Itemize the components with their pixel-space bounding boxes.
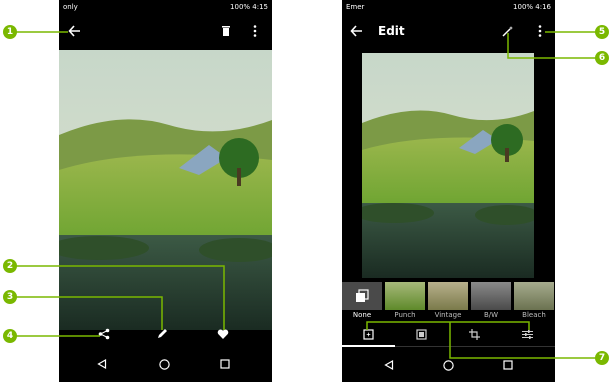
callout-4: 4 [3, 329, 17, 343]
callout-3: 3 [3, 290, 17, 304]
callout-1: 1 [3, 25, 17, 39]
callout-5: 5 [595, 25, 609, 39]
callout-lines [14, 31, 598, 359]
callout-2: 2 [3, 259, 17, 273]
callout-7: 7 [595, 351, 609, 365]
callout-6: 6 [595, 51, 609, 65]
